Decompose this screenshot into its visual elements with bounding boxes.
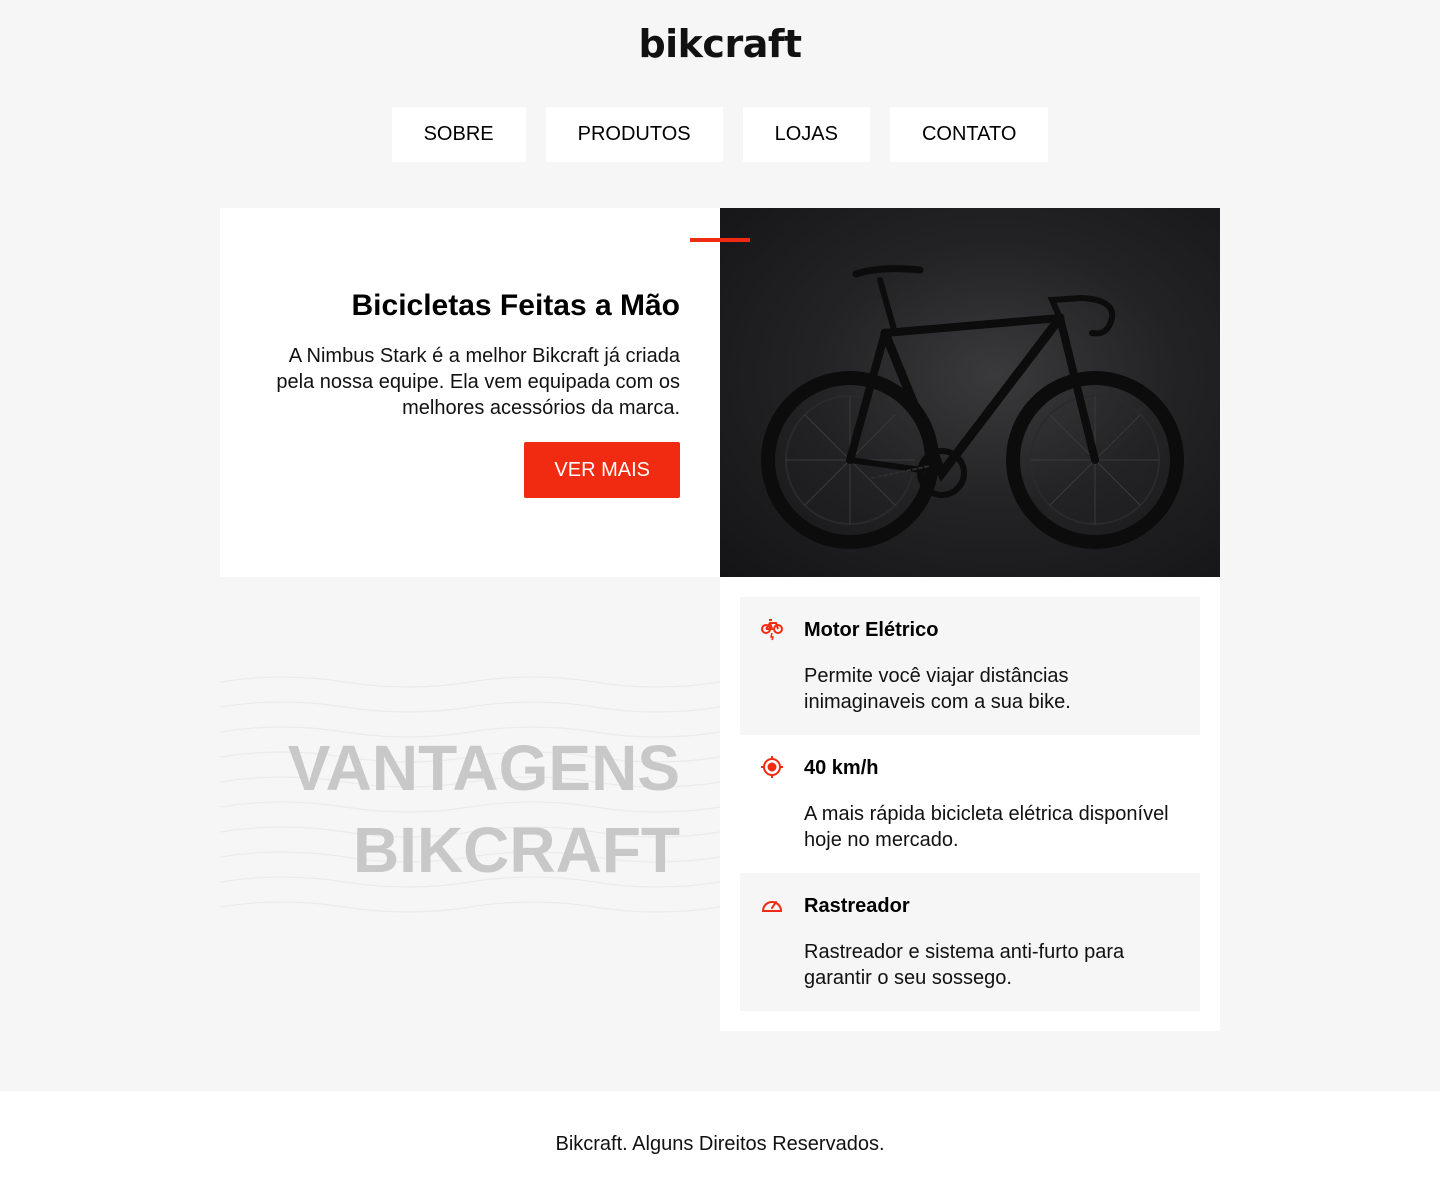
advantage-title: Rastreador: [804, 895, 910, 917]
advantage-title: Motor Elétrico: [804, 619, 939, 641]
nav-lojas[interactable]: LOJAS: [742, 107, 870, 162]
speedometer-icon: [761, 901, 783, 912]
advantages-title: VANTAGENS BIKCRAFT: [288, 727, 680, 891]
electric-bike-icon: [761, 619, 783, 641]
advantage-text: Rastreador e sistema anti-furto para gar…: [804, 941, 1125, 989]
site-footer: Bikcraft. Alguns Direitos Reservados.: [0, 1091, 1440, 1197]
accent-line: [690, 238, 750, 242]
advantage-item: Rastreador Rastreador e sistema anti-fur…: [740, 873, 1200, 1011]
advantage-text: Permite você viajar distâncias inimagina…: [804, 665, 1071, 713]
hero-text-panel: Bicicletas Feitas a Mão A Nimbus Stark é…: [220, 208, 750, 577]
hero-description: A Nimbus Stark é a melhor Bikcraft já cr…: [276, 345, 680, 419]
advantages-title-line2: BIKCRAFT: [352, 814, 680, 886]
nav-produtos[interactable]: PRODUTOS: [545, 107, 723, 162]
advantage-item: Motor Elétrico Permite você viajar distâ…: [740, 597, 1200, 735]
bicycle-illustration: [761, 265, 1184, 549]
logo[interactable]: bikcraft: [0, 22, 1440, 66]
main-nav: SOBRE PRODUTOS LOJAS CONTATO: [0, 107, 1440, 162]
bike-image: [720, 208, 1220, 577]
site-header: bikcraft SOBRE PRODUTOS LOJAS CONTATO: [0, 0, 1440, 208]
advantage-text: A mais rápida bicicleta elétrica disponí…: [804, 803, 1169, 851]
advantages-list: Motor Elétrico Permite você viajar distâ…: [720, 577, 1220, 1031]
hero-title: Bicicletas Feitas a Mão: [351, 289, 680, 322]
advantages-heading-area: VANTAGENS BIKCRAFT: [220, 577, 720, 1031]
advantage-title: 40 km/h: [804, 757, 879, 779]
ver-mais-button[interactable]: VER MAIS: [524, 442, 680, 498]
footer-text: Bikcraft. Alguns Direitos Reservados.: [555, 1133, 885, 1155]
target-icon: [761, 756, 783, 778]
advantage-item: 40 km/h A mais rápida bicicleta elétrica…: [740, 735, 1200, 873]
nav-contato[interactable]: CONTATO: [889, 107, 1049, 162]
advantages-title-line1: VANTAGENS: [287, 732, 680, 804]
nav-sobre[interactable]: SOBRE: [391, 107, 526, 162]
hero-section: Bicicletas Feitas a Mão A Nimbus Stark é…: [220, 208, 1220, 577]
